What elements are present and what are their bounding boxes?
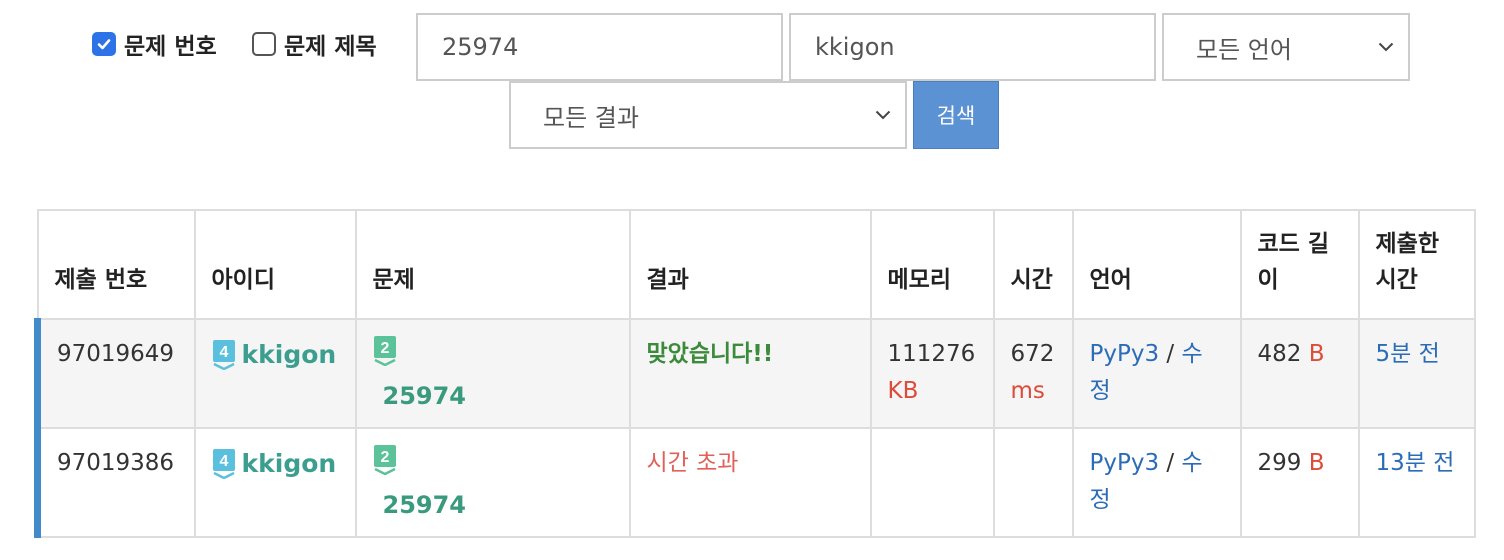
header-language: 언어 bbox=[1071, 209, 1242, 320]
result-status: 맞았습니다!! bbox=[646, 341, 774, 367]
problem-link[interactable]: 25974 bbox=[383, 491, 467, 519]
submitted-time-link[interactable]: 5분 전 bbox=[1376, 341, 1440, 367]
header-submitted-time: 제출한 시간 bbox=[1357, 209, 1476, 320]
problem-number-label: 문제 번호 bbox=[124, 34, 217, 60]
svg-text:2: 2 bbox=[380, 340, 389, 357]
tier-badge-icon: 4 bbox=[212, 448, 235, 479]
svg-text:4: 4 bbox=[219, 344, 228, 361]
problem-id-value: 25974 bbox=[442, 33, 519, 61]
language-link[interactable]: PyPy3 bbox=[1090, 341, 1160, 367]
code-length-value: 299 bbox=[1257, 450, 1302, 476]
user-link[interactable]: 4 kkigon bbox=[212, 445, 337, 482]
language-link[interactable]: PyPy3 bbox=[1090, 450, 1160, 476]
table-header-row: 제출 번호 아이디 문제 결과 메모리 시간 언어 코드 길이 제출한 시간 bbox=[36, 209, 1476, 320]
language-select-value: 모든 언어 bbox=[1196, 35, 1292, 64]
user-id: kkigon bbox=[241, 449, 337, 478]
problem-title-checkbox[interactable] bbox=[252, 32, 276, 56]
time-value: 672 bbox=[1010, 341, 1055, 367]
problem-number-checkbox[interactable] bbox=[92, 32, 116, 56]
problem-cell: 2 25974 bbox=[354, 427, 631, 538]
header-submission-id: 제출 번호 bbox=[36, 209, 196, 320]
tier-badge-icon: 2 bbox=[373, 336, 396, 367]
memory-cell bbox=[869, 427, 995, 538]
problem-link[interactable]: 25974 bbox=[383, 382, 467, 410]
filter-problem-number[interactable]: 문제 번호 bbox=[92, 27, 217, 61]
filter-problem-title[interactable]: 문제 제목 bbox=[252, 27, 377, 61]
submission-id: 97019649 bbox=[34, 318, 196, 429]
header-time: 시간 bbox=[992, 209, 1074, 320]
chevron-down-icon bbox=[1378, 42, 1394, 52]
language-cell: PyPy3 / 수정 bbox=[1071, 318, 1242, 429]
checkmark-icon bbox=[97, 39, 111, 50]
code-length-unit: B bbox=[1308, 450, 1325, 476]
language-select[interactable]: 모든 언어 bbox=[1162, 13, 1410, 81]
user-cell: 4 kkigon bbox=[193, 318, 357, 429]
user-id-input[interactable]: kkigon bbox=[789, 13, 1156, 81]
result-cell: 시간 초과 bbox=[628, 427, 872, 538]
header-result: 결과 bbox=[628, 209, 872, 320]
result-cell: 맞았습니다!! bbox=[628, 318, 872, 429]
result-status: 시간 초과 bbox=[646, 450, 739, 476]
time-cell bbox=[992, 427, 1074, 538]
problem-cell: 2 25974 bbox=[354, 318, 631, 429]
header-memory: 메모리 bbox=[869, 209, 995, 320]
code-length-cell: 299 B bbox=[1239, 427, 1360, 538]
language-cell: PyPy3 / 수정 bbox=[1071, 427, 1242, 538]
tier-badge-icon: 2 bbox=[373, 445, 396, 476]
submitted-time-cell: 13분 전 bbox=[1357, 427, 1476, 538]
header-problem: 문제 bbox=[354, 209, 631, 320]
memory-value: 111276 bbox=[887, 341, 976, 367]
search-button[interactable]: 검색 bbox=[913, 81, 999, 149]
submitted-time-cell: 5분 전 bbox=[1357, 318, 1476, 429]
submission-id: 97019386 bbox=[34, 427, 196, 538]
time-unit: ms bbox=[1010, 378, 1045, 404]
problem-title-label: 문제 제목 bbox=[284, 34, 377, 60]
chevron-down-icon bbox=[875, 110, 891, 120]
user-cell: 4 kkigon bbox=[193, 427, 357, 538]
submitted-time-link[interactable]: 13분 전 bbox=[1376, 450, 1455, 476]
table-row: 97019386 4 kkigon 2 25974 시간 초과 PyPy3 / … bbox=[34, 427, 1476, 538]
user-id-value: kkigon bbox=[815, 33, 895, 61]
status-table: 제출 번호 아이디 문제 결과 메모리 시간 언어 코드 길이 제출한 시간 9… bbox=[34, 209, 1476, 538]
header-user: 아이디 bbox=[193, 209, 357, 320]
result-select-value: 모든 결과 bbox=[543, 103, 639, 132]
code-length-cell: 482 B bbox=[1239, 318, 1360, 429]
header-code-length: 코드 길이 bbox=[1239, 209, 1360, 320]
separator: / bbox=[1166, 450, 1175, 476]
result-select[interactable]: 모든 결과 bbox=[509, 81, 907, 149]
memory-unit: KB bbox=[887, 378, 919, 404]
user-link[interactable]: 4 kkigon bbox=[212, 336, 337, 373]
code-length-value: 482 bbox=[1257, 341, 1302, 367]
code-length-unit: B bbox=[1308, 341, 1325, 367]
svg-text:4: 4 bbox=[219, 453, 228, 470]
table-row: 97019649 4 kkigon 2 25974 맞았습니다!! 111276… bbox=[34, 318, 1476, 429]
tier-badge-icon: 4 bbox=[212, 339, 235, 370]
memory-cell: 111276 KB bbox=[869, 318, 995, 429]
problem-id-input[interactable]: 25974 bbox=[416, 13, 783, 81]
svg-text:2: 2 bbox=[380, 449, 389, 466]
user-id: kkigon bbox=[241, 340, 337, 369]
time-cell: 672 ms bbox=[992, 318, 1074, 429]
separator: / bbox=[1166, 341, 1175, 367]
